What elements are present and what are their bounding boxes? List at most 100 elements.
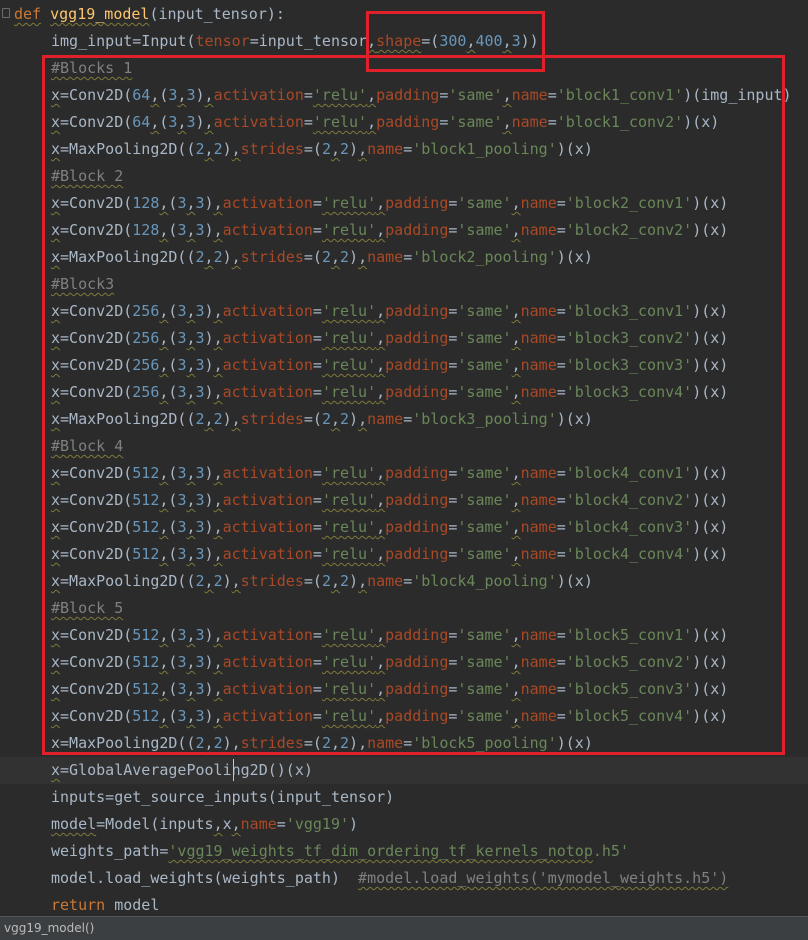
code-token: 2 bbox=[213, 734, 223, 752]
code-token: =( bbox=[303, 734, 322, 752]
code-token: )(x) bbox=[692, 653, 729, 671]
breadcrumb[interactable]: vgg19_model() bbox=[4, 920, 94, 936]
code-token: x bbox=[51, 383, 61, 401]
code-line[interactable]: x=Conv2D(256,(3,3),activation='relu',pad… bbox=[0, 352, 808, 379]
code-line[interactable]: x=Conv2D(256,(3,3),activation='relu',pad… bbox=[0, 379, 808, 406]
code-line[interactable]: x=Conv2D(256,(3,3),activation='relu',pad… bbox=[0, 325, 808, 352]
code-token: def bbox=[14, 5, 42, 23]
code-token: 'relu' bbox=[321, 680, 377, 698]
code-line[interactable]: x=MaxPooling2D((2,2),strides=(2,2),name=… bbox=[0, 730, 808, 757]
code-token: 'relu' bbox=[321, 626, 377, 644]
code-token: name bbox=[367, 248, 404, 266]
code-line[interactable]: x=MaxPooling2D((2,2),strides=(2,2),name=… bbox=[0, 136, 808, 163]
code-line[interactable]: #Block 4 bbox=[0, 433, 808, 460]
code-token: =Conv2D( bbox=[60, 86, 133, 104]
code-token: = bbox=[556, 653, 566, 671]
code-line[interactable]: model=Model(inputs,x,name='vgg19') bbox=[0, 811, 808, 838]
code-line[interactable]: #Block 5 bbox=[0, 595, 808, 622]
code-token: =Conv2D( bbox=[60, 518, 133, 536]
code-token: ) bbox=[349, 572, 359, 590]
code-line[interactable]: #Block 2 bbox=[0, 163, 808, 190]
code-token: x bbox=[51, 248, 61, 266]
code-token: x bbox=[51, 545, 61, 563]
code-token: 'relu' bbox=[321, 329, 377, 347]
code-token: name bbox=[520, 221, 557, 239]
code-token: activation bbox=[222, 626, 313, 644]
code-token: , bbox=[367, 32, 377, 50]
code-line[interactable]: #Blocks 1 bbox=[0, 55, 808, 82]
code-token: =Conv2D( bbox=[60, 329, 133, 347]
code-token: #Block3 bbox=[51, 275, 115, 293]
code-token: , bbox=[231, 572, 241, 590]
code-token: 3 bbox=[195, 680, 205, 698]
code-token: padding bbox=[376, 113, 440, 131]
code-token: 'relu' bbox=[321, 545, 377, 563]
code-token: x bbox=[51, 491, 61, 509]
code-line[interactable]: x=MaxPooling2D((2,2),strides=(2,2),name=… bbox=[0, 244, 808, 271]
code-line[interactable]: x=GlobalAveragePooling2D()(x) bbox=[0, 757, 808, 784]
code-line[interactable]: x=MaxPooling2D((2,2),strides=(2,2),name=… bbox=[0, 568, 808, 595]
code-token: 2 bbox=[321, 140, 331, 158]
code-line[interactable]: x=Conv2D(512,(3,3),activation='relu',pad… bbox=[0, 487, 808, 514]
code-token: 'same' bbox=[457, 329, 512, 347]
code-token: 3 bbox=[195, 707, 205, 725]
code-token: name bbox=[511, 86, 548, 104]
code-token: = bbox=[403, 140, 413, 158]
code-line[interactable]: x=Conv2D(512,(3,3),activation='relu',pad… bbox=[0, 622, 808, 649]
code-line[interactable]: x=Conv2D(64,(3,3),activation='relu',padd… bbox=[0, 109, 808, 136]
code-token: , bbox=[511, 329, 521, 347]
code-line[interactable]: x=Conv2D(64,(3,3),activation='relu',padd… bbox=[0, 82, 808, 109]
code-line[interactable]: weights_path='vgg19_weights_tf_dim_order… bbox=[0, 838, 808, 865]
code-token: , bbox=[213, 194, 223, 212]
code-token: =MaxPooling2D(( bbox=[60, 734, 196, 752]
code-token: 3 bbox=[195, 194, 205, 212]
code-line[interactable]: x=Conv2D(512,(3,3),activation='relu',pad… bbox=[0, 460, 808, 487]
code-line[interactable]: x=Conv2D(512,(3,3),activation='relu',pad… bbox=[0, 514, 808, 541]
code-token: = bbox=[312, 653, 322, 671]
code-token: , bbox=[204, 572, 214, 590]
code-token: =Conv2D( bbox=[60, 194, 133, 212]
code-token: activation bbox=[222, 653, 313, 671]
code-token: 'block5_conv4' bbox=[565, 707, 693, 725]
code-editor[interactable]: def vgg19_model(input_tensor): img_input=… bbox=[0, 0, 808, 916]
code-token: return bbox=[51, 896, 106, 914]
code-token: padding bbox=[385, 464, 449, 482]
code-token: strides bbox=[240, 410, 304, 428]
code-token: 512 bbox=[132, 680, 160, 698]
code-token: name bbox=[520, 194, 557, 212]
code-line[interactable]: #Block3 bbox=[0, 271, 808, 298]
code-token: =Conv2D( bbox=[60, 653, 133, 671]
code-line[interactable]: x=MaxPooling2D((2,2),strides=(2,2),name=… bbox=[0, 406, 808, 433]
code-token: = bbox=[556, 194, 566, 212]
code-token: =Conv2D( bbox=[60, 491, 133, 509]
code-token: = bbox=[312, 626, 322, 644]
code-token: =MaxPooling2D(( bbox=[60, 410, 196, 428]
code-token: activation bbox=[222, 302, 313, 320]
code-line[interactable]: x=Conv2D(128,(3,3),activation='relu',pad… bbox=[0, 217, 808, 244]
code-token: strides bbox=[240, 734, 304, 752]
code-line[interactable]: x=Conv2D(256,(3,3),activation='relu',pad… bbox=[0, 298, 808, 325]
code-token: ) bbox=[204, 545, 214, 563]
code-token: , bbox=[502, 86, 512, 104]
code-token: 256 bbox=[132, 383, 160, 401]
code-line[interactable]: return model bbox=[0, 892, 808, 916]
code-token: name bbox=[240, 815, 277, 833]
code-line[interactable]: x=Conv2D(128,(3,3),activation='relu',pad… bbox=[0, 190, 808, 217]
code-line[interactable]: img_input=Input(tensor=input_tensor,shap… bbox=[0, 28, 808, 55]
code-token: x bbox=[51, 410, 61, 428]
code-token: ) bbox=[195, 86, 205, 104]
code-token: = bbox=[303, 113, 313, 131]
code-line[interactable]: x=Conv2D(512,(3,3),activation='relu',pad… bbox=[0, 541, 808, 568]
code-token: , bbox=[376, 653, 386, 671]
code-token: 2 bbox=[340, 410, 350, 428]
code-line[interactable]: inputs=get_source_inputs(input_tensor) bbox=[0, 784, 808, 811]
code-line[interactable]: x=Conv2D(512,(3,3),activation='relu',pad… bbox=[0, 676, 808, 703]
code-token: 512 bbox=[132, 707, 160, 725]
code-token: 'same' bbox=[457, 545, 512, 563]
code-token: 2 bbox=[321, 248, 331, 266]
code-token: 512 bbox=[132, 545, 160, 563]
code-line[interactable]: x=Conv2D(512,(3,3),activation='relu',pad… bbox=[0, 649, 808, 676]
code-line[interactable]: model.load_weights(weights_path) #model.… bbox=[0, 865, 808, 892]
code-line[interactable]: x=Conv2D(512,(3,3),activation='relu',pad… bbox=[0, 703, 808, 730]
code-line[interactable]: def vgg19_model(input_tensor): bbox=[0, 1, 808, 28]
